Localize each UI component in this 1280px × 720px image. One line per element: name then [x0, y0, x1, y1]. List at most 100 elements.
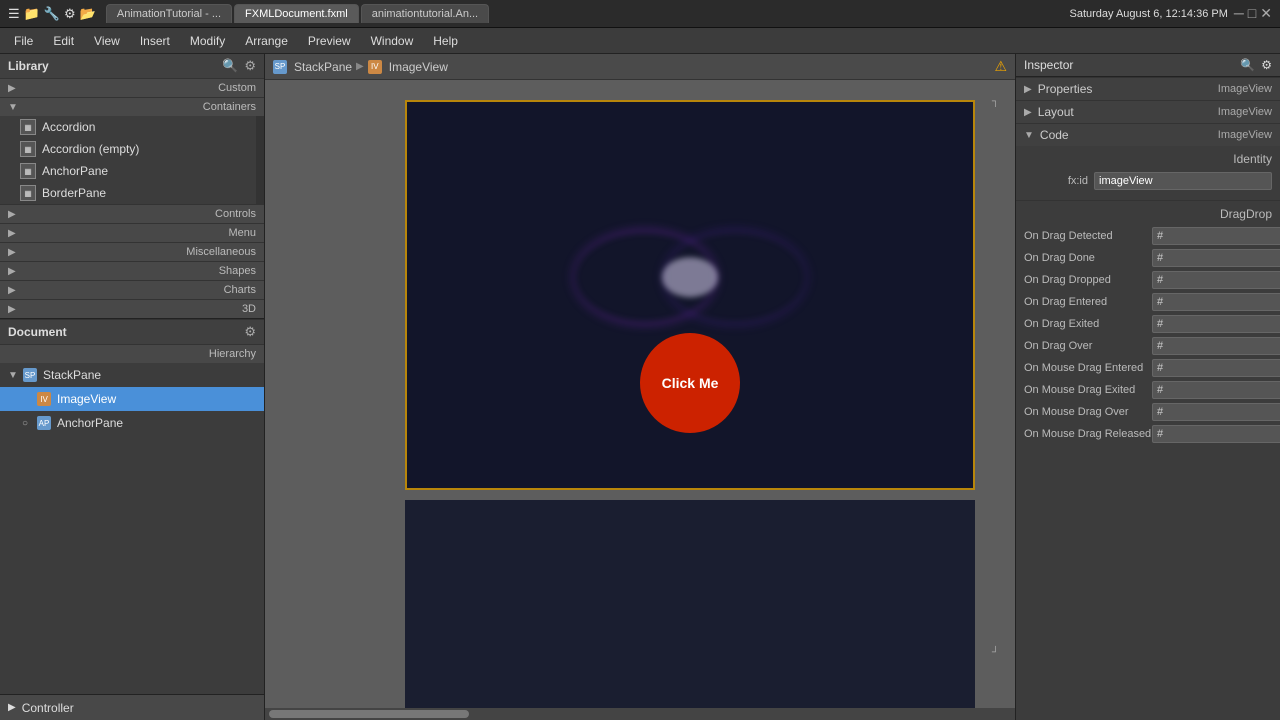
drag-done-row: On Drag Done ▼ — [1024, 249, 1272, 267]
search-icon[interactable]: 🔍 — [1240, 58, 1255, 72]
click-me-label: Click Me — [662, 375, 719, 391]
anchorpane-icon: ▦ — [20, 163, 36, 179]
system-tray: Saturday August 6, 12:14:36 PM ─ □ ✕ — [1069, 5, 1272, 22]
close-button[interactable]: ✕ — [1260, 5, 1272, 22]
drag-dropped-input[interactable] — [1152, 271, 1280, 289]
hierarchy-label: Hierarchy — [209, 348, 256, 360]
drag-done-select: ▼ — [1152, 249, 1272, 267]
section-custom[interactable]: ▶ Custom — [0, 78, 264, 97]
expand-icon: ○ — [22, 418, 36, 429]
section-charts[interactable]: ▶ Charts — [0, 280, 264, 299]
menu-help[interactable]: Help — [423, 31, 468, 51]
section-miscellaneous[interactable]: ▶ Miscellaneous — [0, 242, 264, 261]
menubar: File Edit View Insert Modify Arrange Pre… — [0, 28, 1280, 54]
minimize-button[interactable]: ─ — [1234, 5, 1244, 22]
stackpane-crumb-icon: SP — [273, 60, 287, 74]
menu-insert[interactable]: Insert — [130, 31, 180, 51]
document-settings-icon[interactable]: ⚙ — [244, 324, 256, 340]
section-shapes[interactable]: ▶ Shapes — [0, 261, 264, 280]
section-layout-context: ImageView — [1218, 106, 1272, 118]
drag-over-input[interactable] — [1152, 337, 1280, 355]
accordion-icon: ▦ — [20, 119, 36, 135]
mouse-drag-over-label: On Mouse Drag Over — [1024, 406, 1152, 418]
section-menu[interactable]: ▶ Menu — [0, 223, 264, 242]
expand-arrow: ▶ — [1024, 84, 1032, 95]
section-containers-label: Containers — [203, 101, 256, 113]
app-icon1: 📁 — [24, 6, 40, 22]
drag-detected-row: On Drag Detected ▼ — [1024, 227, 1272, 245]
horizontal-scrollbar[interactable] — [265, 708, 1015, 720]
app-menu-icon[interactable]: ☰ — [8, 6, 20, 22]
section-controls[interactable]: ▶ Controls — [0, 204, 264, 223]
tree-item-stackpane[interactable]: ▼ SP StackPane — [0, 363, 264, 387]
menu-preview[interactable]: Preview — [298, 31, 361, 51]
section-containers[interactable]: ▼ Containers — [0, 97, 264, 116]
section-menu-label: Menu — [228, 227, 256, 239]
tab-fxml-document[interactable]: FXMLDocument.fxml — [234, 4, 359, 23]
imageview-node-icon: IV — [36, 391, 52, 407]
canvas-area[interactable]: ┌ ┐ └ ┘ — [265, 80, 1015, 708]
library-item-accordion[interactable]: ▦ Accordion — [0, 116, 256, 138]
tree-item-imageview[interactable]: IV ImageView — [0, 387, 264, 411]
inspector-section-layout[interactable]: ▶ Layout ImageView — [1016, 100, 1280, 123]
menu-arrange[interactable]: Arrange — [235, 31, 298, 51]
settings-icon[interactable]: ⚙ — [244, 58, 256, 74]
menu-view[interactable]: View — [84, 31, 130, 51]
mouse-drag-exited-row: On Mouse Drag Exited ▼ — [1024, 381, 1272, 399]
drag-detected-input[interactable] — [1152, 227, 1280, 245]
library-scrollbar[interactable] — [256, 116, 264, 204]
library-item-accordion-empty[interactable]: ▦ Accordion (empty) — [0, 138, 256, 160]
inspector-section-code[interactable]: ▼ Code ImageView — [1016, 123, 1280, 146]
click-me-button[interactable]: Click Me — [640, 333, 740, 433]
maximize-button[interactable]: □ — [1248, 5, 1256, 22]
menu-modify[interactable]: Modify — [180, 31, 235, 51]
mouse-drag-over-input[interactable] — [1152, 403, 1280, 421]
fxid-label: fx:id — [1024, 175, 1094, 187]
hierarchy-header: Hierarchy — [0, 344, 264, 363]
section-code-context: ImageView — [1218, 129, 1272, 141]
section-misc-label: Miscellaneous — [186, 246, 256, 258]
library-item-borderpane[interactable]: ▦ BorderPane — [0, 182, 256, 204]
search-icon[interactable]: 🔍 — [222, 58, 238, 74]
library-title: Library — [8, 59, 49, 73]
expand-arrow: ▼ — [1024, 130, 1034, 141]
menu-file[interactable]: File — [4, 31, 43, 51]
mouse-drag-exited-label: On Mouse Drag Exited — [1024, 384, 1152, 396]
hscroll-thumb[interactable] — [269, 710, 469, 718]
drag-exited-input[interactable] — [1152, 315, 1280, 333]
dragdrop-title: DragDrop — [1024, 207, 1272, 221]
fxid-input[interactable] — [1094, 172, 1272, 190]
item-label: AnchorPane — [42, 164, 108, 178]
tree-item-anchorpane[interactable]: ○ AP AnchorPane — [0, 411, 264, 435]
tab-animation-an[interactable]: animationtutorial.An... — [361, 4, 489, 23]
section-3d-label: 3D — [242, 303, 256, 315]
stackpane-node-icon: SP — [22, 367, 38, 383]
mouse-drag-entered-input[interactable] — [1152, 359, 1280, 377]
breadcrumb-imageview[interactable]: ImageView — [389, 60, 448, 74]
menu-window[interactable]: Window — [361, 31, 424, 51]
mouse-drag-released-input[interactable] — [1152, 425, 1280, 443]
identity-box: Identity fx:id — [1016, 146, 1280, 200]
mouse-drag-exited-input[interactable] — [1152, 381, 1280, 399]
mouse-drag-released-select: ▼ — [1152, 425, 1272, 443]
inspector-section-properties[interactable]: ▶ Properties ImageView — [1016, 77, 1280, 100]
menu-edit[interactable]: Edit — [43, 31, 84, 51]
drag-exited-select: ▼ — [1152, 315, 1272, 333]
section-3d[interactable]: ▶ 3D — [0, 299, 264, 318]
center-panel: SP StackPane ▶ IV ImageView ⚠ ┌ ┐ └ ┘ — [265, 54, 1015, 720]
drag-done-input[interactable] — [1152, 249, 1280, 267]
library-item-anchorpane[interactable]: ▦ AnchorPane — [0, 160, 256, 182]
tab-label: AnimationTutorial - ... — [117, 8, 221, 20]
warning-icon: ⚠ — [994, 58, 1007, 75]
controller-bar: ▶ Controller — [0, 694, 264, 720]
mouse-drag-released-row: On Mouse Drag Released ▼ — [1024, 425, 1272, 443]
drag-entered-row: On Drag Entered ▼ — [1024, 293, 1272, 311]
inspector-header-icons: 🔍 ⚙ — [1240, 58, 1272, 72]
canvas-marker-tr: ┐ — [992, 96, 999, 107]
settings-icon[interactable]: ⚙ — [1261, 58, 1272, 72]
drag-exited-row: On Drag Exited ▼ — [1024, 315, 1272, 333]
drag-entered-input[interactable] — [1152, 293, 1280, 311]
breadcrumb-stackpane[interactable]: StackPane — [294, 60, 352, 74]
document-header: Document ⚙ — [0, 319, 264, 344]
tab-animation-tutorial[interactable]: AnimationTutorial - ... — [106, 4, 232, 23]
